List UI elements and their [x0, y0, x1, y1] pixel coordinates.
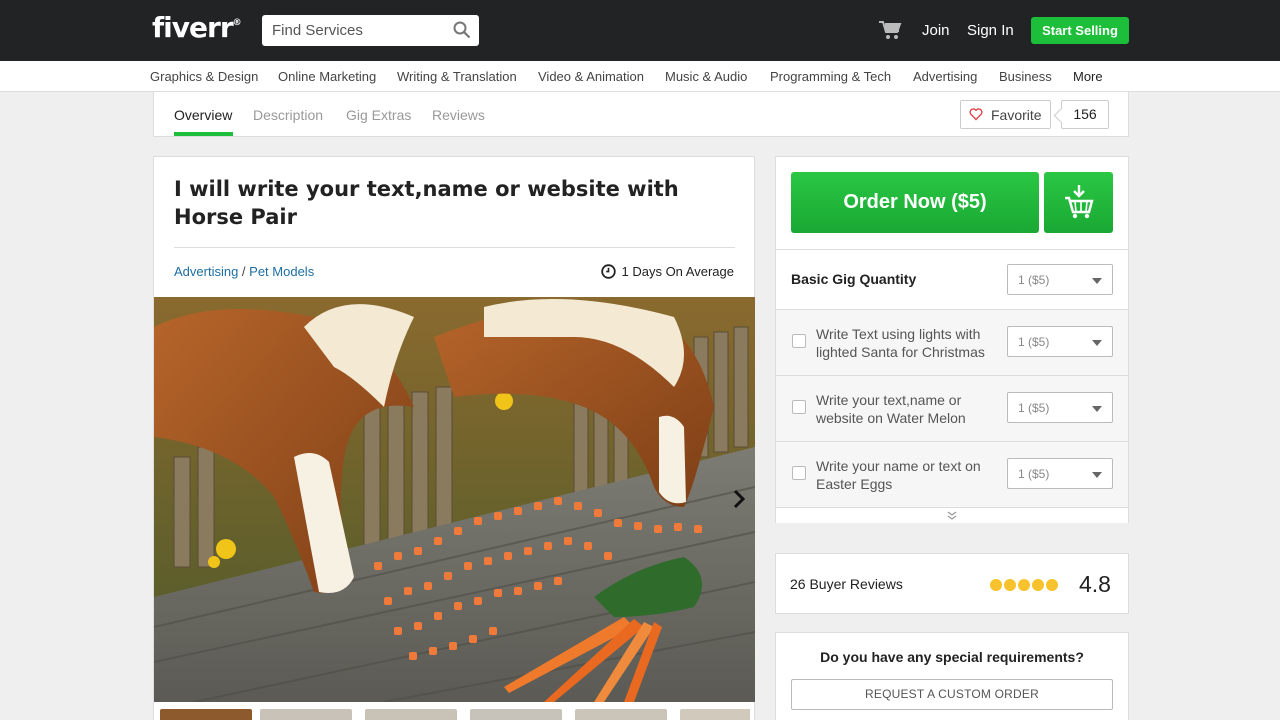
- gallery-thumbnail[interactable]: [260, 709, 352, 720]
- search-input[interactable]: [272, 21, 452, 40]
- start-selling-button[interactable]: Start Selling: [1031, 17, 1129, 44]
- show-more-extras[interactable]: [776, 507, 1128, 523]
- add-to-cart-button[interactable]: [1044, 172, 1113, 233]
- select-value: 1 ($5): [1018, 467, 1050, 481]
- extra-checkbox[interactable]: [792, 400, 806, 414]
- breadcrumb-category[interactable]: Advertising: [174, 264, 238, 279]
- join-link[interactable]: Join: [922, 22, 950, 39]
- reviews-summary: 26 Buyer Reviews 4.8: [775, 553, 1129, 614]
- extra-quantity-select[interactable]: 1 ($5): [1007, 392, 1113, 423]
- chevron-down-icon: [1092, 340, 1102, 346]
- gallery-thumbnail[interactable]: [365, 709, 457, 720]
- breadcrumb-separator: /: [238, 264, 250, 279]
- divider: [174, 247, 735, 248]
- basic-gig-label: Basic Gig Quantity: [791, 271, 917, 287]
- request-custom-order-button[interactable]: REQUEST A CUSTOM ORDER: [791, 679, 1113, 710]
- favorite-button[interactable]: Favorite: [960, 100, 1051, 129]
- category-programming-tech[interactable]: Programming & Tech: [770, 69, 891, 84]
- category-business[interactable]: Business: [999, 69, 1052, 84]
- category-more[interactable]: More: [1073, 69, 1103, 84]
- extra-label: Write your text,name or website on Water…: [816, 392, 966, 426]
- chevron-down-icon: [1092, 472, 1102, 478]
- star-icon: [1046, 579, 1058, 591]
- special-requirements-card: Do you have any special requirements? RE…: [775, 632, 1129, 720]
- active-tab-indicator: [174, 132, 233, 136]
- delivery-time: 1 Days On Average: [600, 264, 735, 279]
- gallery-next-arrow-icon[interactable]: [732, 489, 746, 509]
- favorite-label: Favorite: [991, 107, 1042, 123]
- favorite-count: 156: [1061, 100, 1109, 129]
- tab-reviews[interactable]: Reviews: [432, 107, 485, 123]
- order-panel: Order Now ($5) Basic Gig Quantity 1 ($5)…: [775, 156, 1129, 523]
- star-icon: [1004, 579, 1016, 591]
- gig-main-card: I will write your text,name or website w…: [153, 156, 755, 720]
- gig-gallery-image[interactable]: [154, 297, 755, 702]
- basic-gig-row: Basic Gig Quantity 1 ($5): [776, 249, 1128, 309]
- category-online-marketing[interactable]: Online Marketing: [278, 69, 376, 84]
- requirements-question: Do you have any special requirements?: [820, 649, 1084, 665]
- extra-label: Write Text using lights with lighted San…: [816, 326, 985, 360]
- chevron-down-icon: [1092, 406, 1102, 412]
- gig-extra-row: Write Text using lights with lighted San…: [776, 309, 1128, 375]
- gig-extra-row: Write your name or text on Easter Eggs 1…: [776, 441, 1128, 507]
- select-value: 1 ($5): [1018, 273, 1050, 287]
- delivery-text: 1 Days On Average: [621, 264, 735, 279]
- order-now-button[interactable]: Order Now ($5): [791, 172, 1039, 233]
- extra-checkbox[interactable]: [792, 466, 806, 480]
- star-icon: [990, 579, 1002, 591]
- breadcrumb-subcategory[interactable]: Pet Models: [249, 264, 314, 279]
- fiverr-logo[interactable]: fiverr®: [152, 11, 242, 44]
- select-value: 1 ($5): [1018, 401, 1050, 415]
- tab-description[interactable]: Description: [253, 107, 323, 123]
- add-to-cart-icon: [1065, 185, 1094, 219]
- star-icon: [1018, 579, 1030, 591]
- extra-quantity-select[interactable]: 1 ($5): [1007, 326, 1113, 357]
- double-chevron-down-icon: [947, 511, 957, 520]
- category-writing-translation[interactable]: Writing & Translation: [397, 69, 517, 84]
- horses-photo-illustration: [154, 297, 755, 702]
- category-music-audio[interactable]: Music & Audio: [665, 69, 747, 84]
- basic-quantity-select[interactable]: 1 ($5): [1007, 264, 1113, 295]
- top-header: fiverr® Join Sign In Start Selling: [0, 0, 1280, 61]
- select-value: 1 ($5): [1018, 335, 1050, 349]
- category-graphics-design[interactable]: Graphics & Design: [150, 69, 258, 84]
- clock-icon: [600, 264, 616, 279]
- gallery-thumbnail[interactable]: [470, 709, 562, 720]
- gig-tabs-bar: Overview Description Gig Extras Reviews …: [153, 92, 1129, 137]
- gallery-thumbnail[interactable]: [680, 709, 750, 720]
- gallery-thumbnails: [160, 709, 750, 720]
- gig-title: I will write your text,name or website w…: [174, 177, 679, 229]
- gallery-thumbnail[interactable]: [160, 709, 252, 720]
- category-advertising[interactable]: Advertising: [913, 69, 977, 84]
- heart-icon: [969, 108, 983, 121]
- cart-icon[interactable]: [878, 19, 902, 41]
- tab-overview[interactable]: Overview: [174, 107, 232, 123]
- category-video-animation[interactable]: Video & Animation: [538, 69, 644, 84]
- logo-text: fiverr: [152, 11, 234, 44]
- logo-registered-mark: ®: [232, 17, 242, 28]
- tab-gig-extras[interactable]: Gig Extras: [346, 107, 411, 123]
- extra-checkbox[interactable]: [792, 334, 806, 348]
- search-box: [262, 15, 479, 46]
- breadcrumb: Advertising / Pet Models: [174, 264, 314, 279]
- search-icon[interactable]: [453, 21, 471, 39]
- gallery-thumbnail[interactable]: [575, 709, 667, 720]
- sign-in-link[interactable]: Sign In: [967, 22, 1014, 39]
- category-nav: Graphics & Design Online Marketing Writi…: [0, 61, 1280, 92]
- star-rating: [990, 578, 1060, 591]
- extra-quantity-select[interactable]: 1 ($5): [1007, 458, 1113, 489]
- star-icon: [1032, 579, 1044, 591]
- chevron-down-icon: [1092, 278, 1102, 284]
- extra-label: Write your name or text on Easter Eggs: [816, 458, 981, 492]
- buyer-reviews-count[interactable]: 26 Buyer Reviews: [790, 576, 903, 592]
- rating-score: 4.8: [1079, 571, 1111, 597]
- gig-extra-row: Write your text,name or website on Water…: [776, 375, 1128, 441]
